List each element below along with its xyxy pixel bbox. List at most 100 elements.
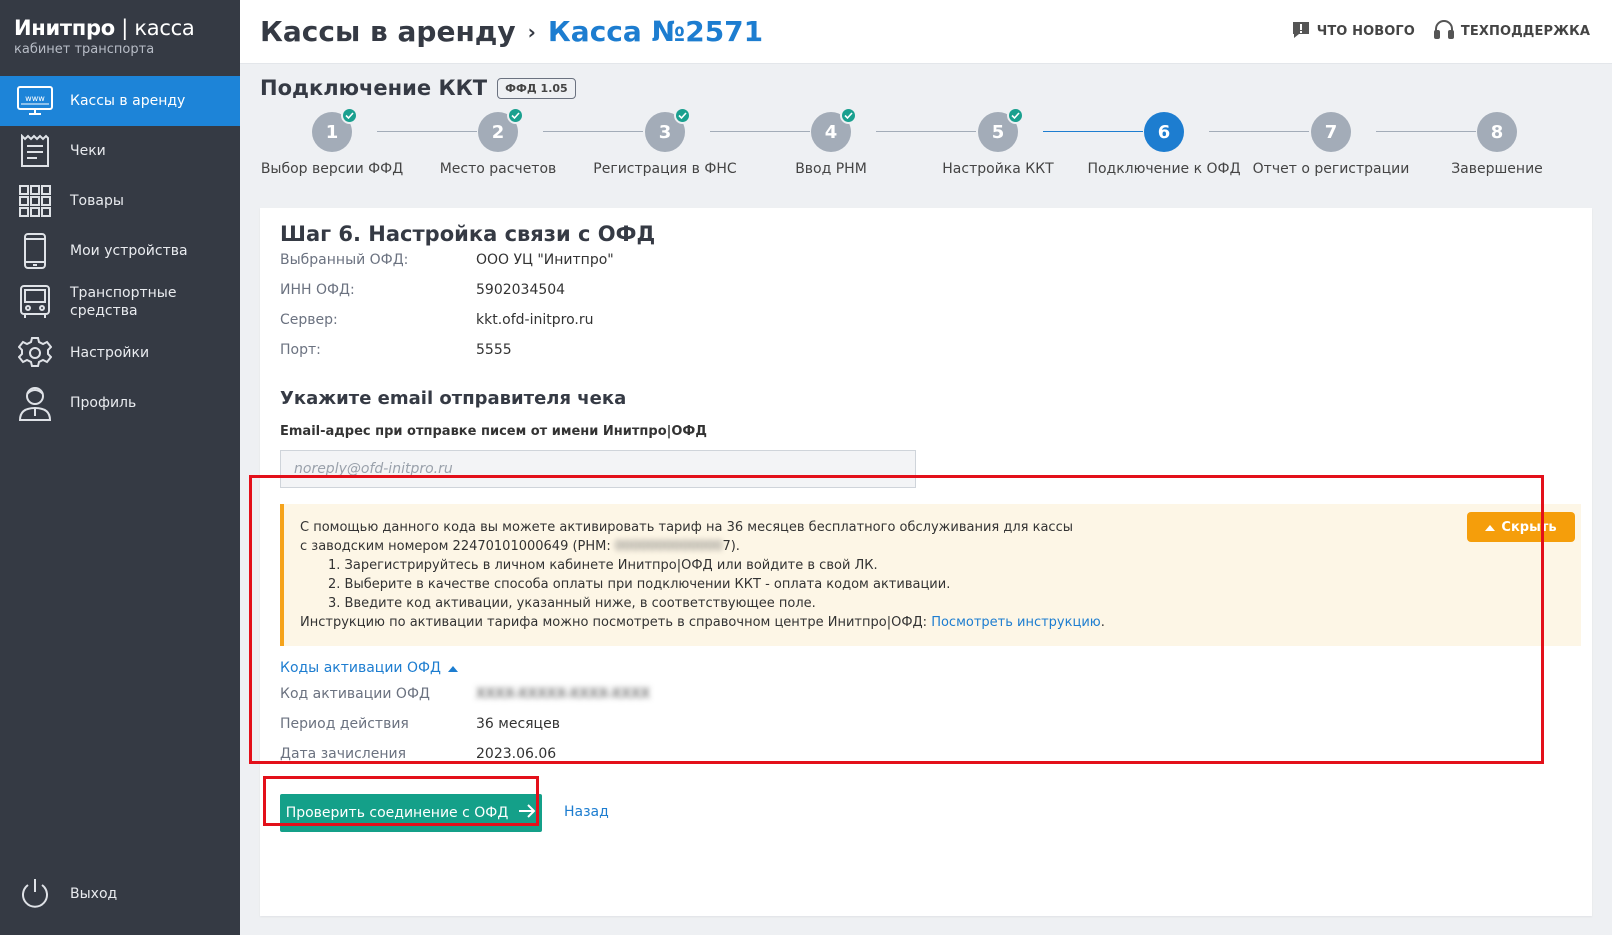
step-4[interactable]: 4 Ввод РНМ bbox=[746, 107, 916, 177]
brand-name: Инитпро bbox=[14, 16, 115, 40]
step-number: 3 bbox=[658, 121, 672, 143]
sidebar: Инитпро | касса кабинет транспорта www К… bbox=[0, 0, 240, 935]
step-circle: 3 bbox=[645, 107, 691, 152]
step-8[interactable]: 8 Завершение bbox=[1412, 112, 1582, 177]
section-header: Подключение ККТ ФФД 1.05 bbox=[260, 76, 1592, 100]
brand-product: касса bbox=[134, 16, 195, 40]
email-heading: Укажите email отправителя чека bbox=[280, 388, 627, 409]
ofd-name-row: Выбранный ОФД: ООО УЦ "Инитпро" bbox=[280, 252, 614, 268]
breadcrumb-parent[interactable]: Кассы в аренду bbox=[260, 15, 516, 48]
step-label: Регистрация в ФНС bbox=[593, 161, 737, 177]
sidebar-item-profile[interactable]: Профиль bbox=[0, 378, 240, 428]
grid-icon bbox=[16, 182, 54, 220]
stepper: 1 Выбор версии ФФД 2 Место расчетов 3 Ре… bbox=[260, 106, 1592, 216]
step-label: Место расчетов bbox=[439, 161, 557, 177]
highlight-frame-check-button bbox=[263, 776, 539, 826]
brand-separator: | bbox=[114, 16, 135, 40]
step-circle: 2 bbox=[478, 107, 524, 152]
ofd-inn-row: ИНН ОФД: 5902034504 bbox=[280, 282, 565, 298]
brand: Инитпро | касса кабинет транспорта bbox=[0, 0, 240, 76]
power-icon bbox=[16, 875, 54, 913]
section-title: Подключение ККТ bbox=[260, 76, 488, 100]
content: Подключение ККТ ФФД 1.05 1 Выбор версии … bbox=[240, 64, 1612, 216]
sidebar-item-label: Товары bbox=[70, 193, 124, 209]
phone-icon bbox=[16, 232, 54, 270]
email-label: Email-адрес при отправке писем от имени … bbox=[280, 424, 707, 439]
step-6[interactable]: 6 Подключение к ОФД bbox=[1079, 112, 1249, 177]
step-number: 2 bbox=[491, 121, 505, 143]
sidebar-item-rental-kkt[interactable]: www Кассы в аренду bbox=[0, 76, 240, 126]
brand-title: Инитпро | касса bbox=[14, 16, 226, 40]
sidebar-item-receipts[interactable]: Чеки bbox=[0, 126, 240, 176]
headset-icon bbox=[1433, 19, 1455, 45]
field-label: ИНН ОФД: bbox=[280, 282, 355, 298]
step-2[interactable]: 2 Место расчетов bbox=[413, 107, 583, 177]
step-label: Отчет о регистрации bbox=[1252, 161, 1410, 177]
check-icon bbox=[341, 107, 358, 124]
field-value: 5902034504 bbox=[476, 282, 566, 298]
step-circle: 8 bbox=[1477, 112, 1517, 152]
sidebar-item-settings[interactable]: Настройки bbox=[0, 328, 240, 378]
field-label: Сервер: bbox=[280, 312, 338, 328]
top-bar: Кассы в аренду › Касса №2571 ЧТО НОВОГО … bbox=[240, 0, 1612, 64]
logout-button[interactable]: Выход bbox=[0, 869, 240, 919]
page-title: Касса №2571 bbox=[547, 15, 764, 48]
receipt-icon bbox=[16, 132, 54, 170]
sidebar-item-label: Кассы в аренду bbox=[70, 93, 186, 109]
check-icon bbox=[674, 107, 691, 124]
ofd-port-row: Порт: 5555 bbox=[280, 342, 512, 358]
field-label: Выбранный ОФД: bbox=[280, 252, 409, 268]
step-3[interactable]: 3 Регистрация в ФНС bbox=[580, 107, 750, 177]
step-number: 5 bbox=[991, 121, 1005, 143]
field-value: kkt.ofd-initpro.ru bbox=[476, 312, 594, 328]
sidebar-item-products[interactable]: Товары bbox=[0, 176, 240, 226]
top-links: ЧТО НОВОГО ТЕХПОДДЕРЖКА bbox=[1291, 19, 1612, 45]
step-title: Шаг 6. Настройка связи с ОФД bbox=[280, 222, 656, 246]
sidebar-item-label: Настройки bbox=[70, 345, 150, 361]
step-number: 6 bbox=[1157, 121, 1171, 143]
check-icon bbox=[507, 107, 524, 124]
announcement-icon bbox=[1291, 20, 1311, 44]
bus-icon bbox=[16, 283, 54, 321]
breadcrumb-separator-icon: › bbox=[527, 19, 536, 44]
step-number: 7 bbox=[1324, 121, 1338, 143]
field-value: 5555 bbox=[476, 342, 512, 358]
sidebar-item-label: Чеки bbox=[70, 143, 106, 159]
brand-subtitle: кабинет транспорта bbox=[14, 42, 155, 57]
step-circle-current: 6 bbox=[1144, 112, 1184, 152]
step-circle: 7 bbox=[1311, 112, 1351, 152]
highlight-frame-activation bbox=[249, 475, 1544, 764]
step-number: 8 bbox=[1490, 121, 1504, 143]
step-5[interactable]: 5 Настройка ККТ bbox=[913, 107, 1083, 177]
whats-new-link[interactable]: ЧТО НОВОГО bbox=[1291, 20, 1415, 44]
sidebar-item-label: Мои устройства bbox=[70, 243, 188, 259]
support-label: ТЕХПОДДЕРЖКА bbox=[1460, 24, 1590, 39]
gear-icon bbox=[16, 334, 54, 372]
step-label: Настройка ККТ bbox=[942, 161, 1054, 177]
sidebar-item-label: Транспортные средства bbox=[70, 285, 177, 319]
step-circle: 5 bbox=[978, 107, 1024, 152]
check-icon bbox=[1007, 107, 1024, 124]
user-icon bbox=[16, 384, 54, 422]
step-circle: 4 bbox=[811, 107, 857, 152]
support-link[interactable]: ТЕХПОДДЕРЖКА bbox=[1433, 19, 1590, 45]
www-monitor-icon: www bbox=[16, 82, 54, 120]
ofd-server-row: Сервер: kkt.ofd-initpro.ru bbox=[280, 312, 593, 328]
sidebar-item-vehicles[interactable]: Транспортные средства bbox=[0, 276, 240, 328]
logout-label: Выход bbox=[70, 886, 118, 902]
step-circle: 1 bbox=[312, 107, 358, 152]
step-7[interactable]: 7 Отчет о регистрации bbox=[1246, 112, 1416, 177]
field-label: Порт: bbox=[280, 342, 321, 358]
sidebar-item-devices[interactable]: Мои устройства bbox=[0, 226, 240, 276]
step-label: Ввод РНМ bbox=[795, 161, 867, 177]
ffd-version-badge: ФФД 1.05 bbox=[497, 77, 576, 99]
main-area: Кассы в аренду › Касса №2571 ЧТО НОВОГО … bbox=[240, 0, 1612, 935]
check-icon bbox=[840, 107, 857, 124]
step-label: Выбор версии ФФД bbox=[260, 161, 404, 177]
step-1[interactable]: 1 Выбор версии ФФД bbox=[247, 107, 417, 177]
field-value: ООО УЦ "Инитпро" bbox=[476, 252, 614, 268]
back-link[interactable]: Назад bbox=[564, 804, 609, 820]
step-label: Подключение к ОФД bbox=[1087, 161, 1241, 177]
step-label: Завершение bbox=[1451, 161, 1543, 177]
step-number: 1 bbox=[325, 121, 339, 143]
